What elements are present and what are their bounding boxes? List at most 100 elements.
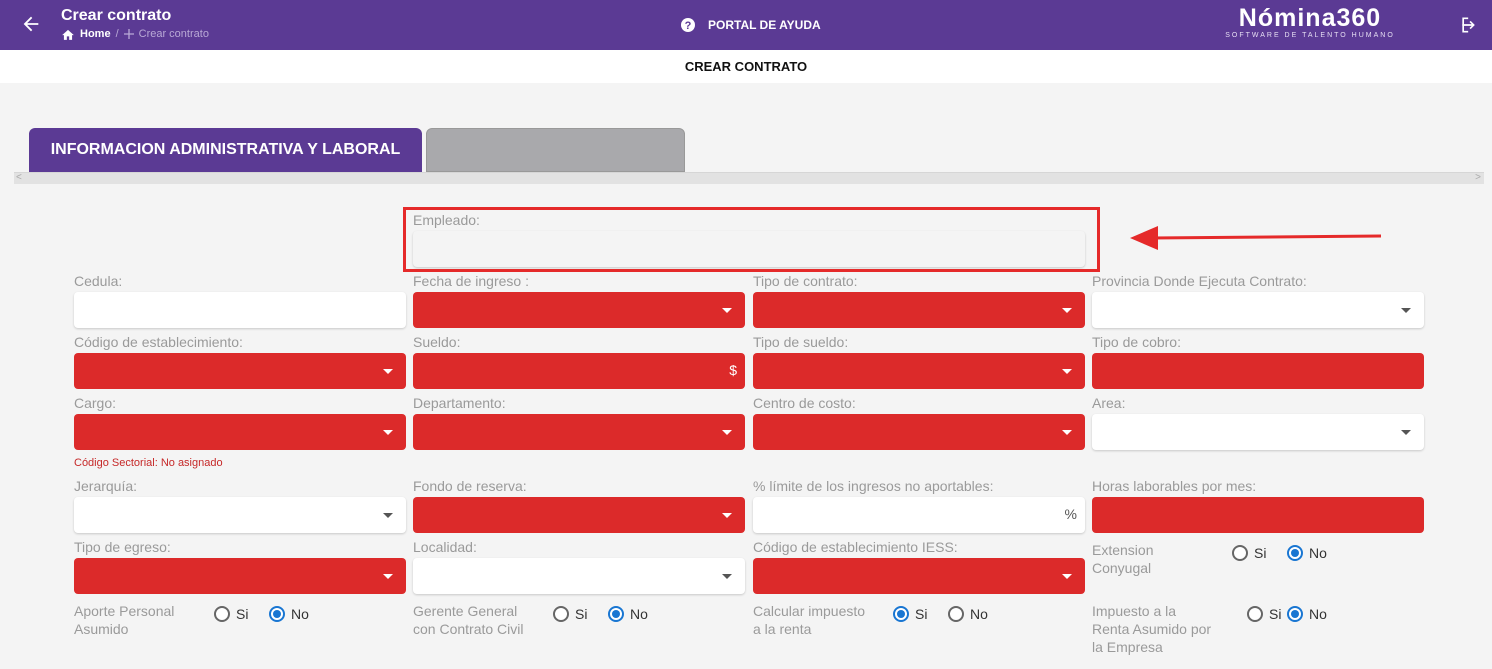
gerente-general-no[interactable]: No bbox=[608, 606, 648, 622]
option-no-label: No bbox=[630, 606, 648, 622]
gerente-general-label: Gerente General con Contrato Civil bbox=[413, 602, 524, 638]
horas-laborables-field: Horas laborables por mes: bbox=[1092, 478, 1424, 533]
breadcrumb-current: Crear contrato bbox=[138, 28, 209, 40]
radio-on-icon bbox=[893, 606, 909, 622]
limite-ingresos-label: % límite de los ingresos no aportables: bbox=[753, 478, 994, 494]
provincia-field: Provincia Donde Ejecuta Contrato: bbox=[1092, 273, 1424, 328]
extension-conyugal-si[interactable]: Si bbox=[1232, 545, 1266, 561]
jerarquia-field: Jerarquía: bbox=[74, 478, 406, 533]
help-portal-link[interactable]: ? PORTAL DE AYUDA bbox=[680, 17, 821, 33]
limite-ingresos-field: % límite de los ingresos no aportables: … bbox=[753, 478, 1085, 533]
sueldo-field: Sueldo: $ bbox=[413, 334, 745, 389]
cargo-select[interactable] bbox=[74, 414, 406, 450]
back-arrow-icon[interactable] bbox=[20, 13, 42, 35]
option-si-label: Si bbox=[1269, 606, 1282, 622]
tipo-egreso-field: Tipo de egreso: bbox=[74, 539, 406, 594]
jerarquia-select[interactable] bbox=[74, 497, 406, 533]
currency-suffix: $ bbox=[729, 362, 737, 378]
option-si-label: Si bbox=[236, 606, 249, 622]
impuesto-asumido-no[interactable]: No bbox=[1287, 606, 1327, 622]
centro-costo-label: Centro de costo: bbox=[753, 395, 856, 411]
impuesto-asumido-label: Impuesto a la Renta Asumido por la Empresa bbox=[1092, 602, 1211, 656]
calcular-impuesto-group: Calcular impuesto a la renta Si No bbox=[753, 602, 1085, 642]
option-no-label: No bbox=[291, 606, 309, 622]
scroll-right-icon[interactable]: > bbox=[1475, 172, 1481, 183]
tipo-egreso-label: Tipo de egreso: bbox=[74, 539, 171, 555]
localidad-field: Localidad: bbox=[413, 539, 745, 594]
codigo-iess-label: Código de establecimiento IESS: bbox=[753, 539, 958, 555]
tipo-contrato-field: Tipo de contrato: bbox=[753, 273, 1085, 328]
logo-name: Nómina360 bbox=[1238, 4, 1382, 32]
chevron-down-icon bbox=[1062, 430, 1072, 435]
scroll-left-icon[interactable]: < bbox=[16, 172, 22, 183]
tab-info-administrativa[interactable]: INFORMACION ADMINISTRATIVA Y LABORAL bbox=[29, 128, 422, 172]
area-select[interactable] bbox=[1092, 414, 1424, 450]
tipo-cobro-field: Tipo de cobro: bbox=[1092, 334, 1424, 389]
tipo-cobro-input[interactable] bbox=[1092, 353, 1424, 389]
fondo-reserva-field: Fondo de reserva: bbox=[413, 478, 745, 533]
impuesto-asumido-si[interactable]: Si bbox=[1247, 606, 1281, 622]
percent-suffix: % bbox=[1064, 506, 1077, 522]
extension-conyugal-no[interactable]: No bbox=[1287, 545, 1327, 561]
breadcrumb-home[interactable]: Home bbox=[80, 28, 111, 40]
chevron-down-icon bbox=[383, 574, 393, 579]
codigo-iess-select[interactable] bbox=[753, 558, 1085, 594]
chevron-down-icon bbox=[383, 430, 393, 435]
tipo-sueldo-label: Tipo de sueldo: bbox=[753, 334, 849, 350]
cedula-input[interactable] bbox=[74, 292, 406, 328]
option-si-label: Si bbox=[915, 606, 928, 622]
brand-logo: Nómina360 SOFTWARE DE TALENTO HUMANO bbox=[1210, 4, 1410, 39]
fecha-ingreso-select[interactable] bbox=[413, 292, 745, 328]
logout-icon[interactable] bbox=[1459, 15, 1479, 35]
fecha-ingreso-field: Fecha de ingreso : bbox=[413, 273, 745, 328]
plus-icon bbox=[123, 29, 134, 39]
departamento-select[interactable] bbox=[413, 414, 745, 450]
centro-costo-select[interactable] bbox=[753, 414, 1085, 450]
localidad-label: Localidad: bbox=[413, 539, 477, 555]
top-bar: Crear contrato Home / Crear contrato ? P… bbox=[0, 0, 1492, 50]
calcular-impuesto-si[interactable]: Si bbox=[893, 606, 927, 622]
extension-conyugal-line2: Conyugal bbox=[1092, 560, 1152, 576]
horas-laborables-input[interactable] bbox=[1092, 497, 1424, 533]
fondo-reserva-select[interactable] bbox=[413, 497, 745, 533]
tab-second[interactable] bbox=[426, 128, 685, 172]
aporte-personal-label: Aporte Personal Asumido bbox=[74, 602, 174, 638]
tipo-contrato-select[interactable] bbox=[753, 292, 1085, 328]
aporte-personal-no[interactable]: No bbox=[269, 606, 309, 622]
calcular-line2: a la renta bbox=[753, 621, 812, 637]
tab-scrollbar[interactable]: < > bbox=[14, 172, 1484, 184]
logo-tagline: SOFTWARE DE TALENTO HUMANO bbox=[1225, 32, 1395, 39]
tipo-contrato-label: Tipo de contrato: bbox=[753, 273, 858, 289]
codigo-establecimiento-select[interactable] bbox=[74, 353, 406, 389]
limite-ingresos-input[interactable]: % bbox=[753, 497, 1085, 533]
aporte-line1: Aporte Personal bbox=[74, 603, 175, 619]
tipo-sueldo-select[interactable] bbox=[753, 353, 1085, 389]
radio-off-icon bbox=[1247, 606, 1263, 622]
calcular-impuesto-no[interactable]: No bbox=[948, 606, 988, 622]
chevron-down-icon bbox=[1401, 430, 1411, 435]
radio-off-icon bbox=[553, 606, 569, 622]
impuesto-line2: Renta Asumido por bbox=[1092, 621, 1212, 637]
option-no-label: No bbox=[970, 606, 988, 622]
breadcrumb-separator: / bbox=[115, 28, 119, 40]
aporte-personal-group: Aporte Personal Asumido Si No bbox=[74, 602, 406, 642]
gerente-general-si[interactable]: Si bbox=[553, 606, 587, 622]
aporte-personal-si[interactable]: Si bbox=[214, 606, 248, 622]
breadcrumb: Home / Crear contrato bbox=[61, 28, 209, 40]
tipo-egreso-select[interactable] bbox=[74, 558, 406, 594]
localidad-select[interactable] bbox=[413, 558, 745, 594]
sueldo-input[interactable]: $ bbox=[413, 353, 745, 389]
jerarquia-label: Jerarquía: bbox=[74, 478, 138, 494]
chevron-down-icon bbox=[1062, 369, 1072, 374]
gerente-line2: con Contrato Civil bbox=[413, 621, 524, 637]
departamento-label: Departamento: bbox=[413, 395, 506, 411]
provincia-label: Provincia Donde Ejecuta Contrato: bbox=[1092, 273, 1307, 289]
aporte-line2: Asumido bbox=[74, 621, 129, 637]
extension-conyugal-group: Extension Conyugal Si No bbox=[1092, 541, 1424, 581]
tipo-cobro-label: Tipo de cobro: bbox=[1092, 334, 1181, 350]
gerente-line1: Gerente General bbox=[413, 603, 518, 619]
radio-on-icon bbox=[1287, 545, 1303, 561]
provincia-select[interactable] bbox=[1092, 292, 1424, 328]
impuesto-asumido-group: Impuesto a la Renta Asumido por la Empresa… bbox=[1092, 602, 1424, 660]
codigo-sectorial-note: Código Sectorial: No asignado bbox=[74, 457, 223, 469]
